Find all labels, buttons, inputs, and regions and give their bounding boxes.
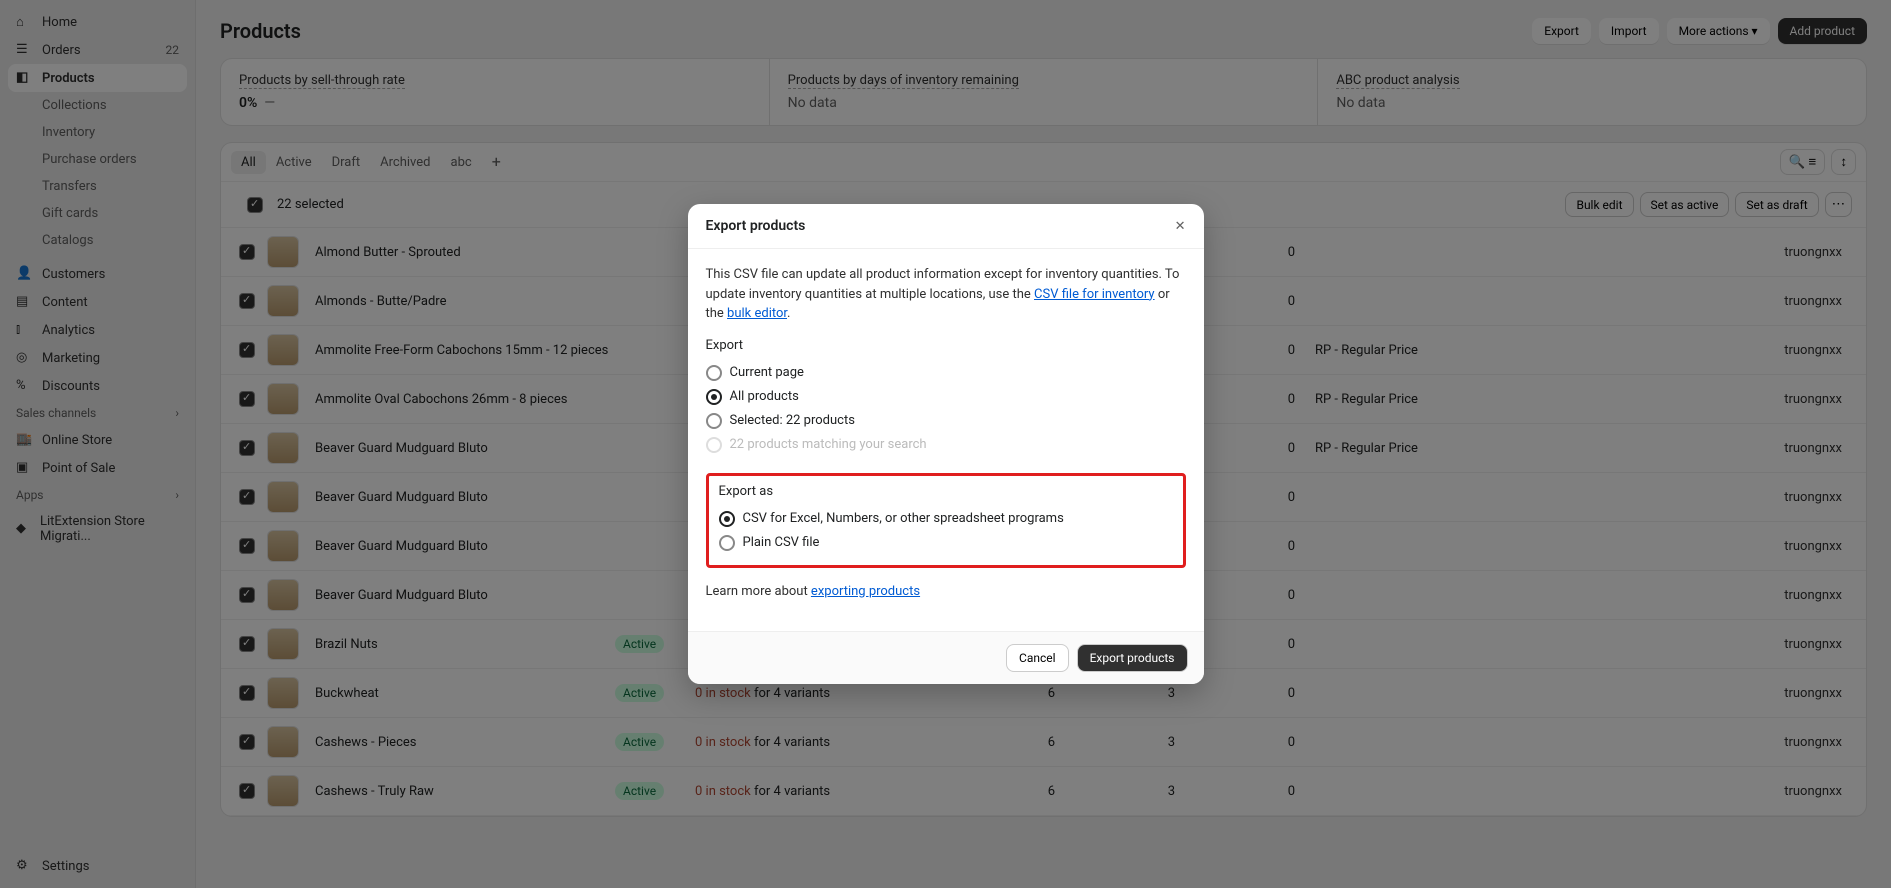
export-products-button[interactable]: Export products — [1077, 644, 1188, 672]
radio-icon — [706, 413, 722, 429]
bulk-editor-link[interactable]: bulk editor — [727, 306, 787, 321]
radio-csv-excel[interactable]: CSV for Excel, Numbers, or other spreads… — [719, 507, 1173, 531]
modal-description: This CSV file can update all product inf… — [706, 265, 1186, 324]
radio-matching: 22 products matching your search — [706, 433, 1186, 457]
radio-selected[interactable]: Selected: 22 products — [706, 409, 1186, 433]
radio-label: Current page — [730, 365, 804, 380]
radio-label: All products — [730, 389, 799, 404]
modal-title: Export products — [706, 218, 806, 234]
csv-inventory-link[interactable]: CSV file for inventory — [1034, 287, 1155, 302]
radio-label: 22 products matching your search — [730, 437, 927, 452]
radio-icon — [719, 535, 735, 551]
radio-icon — [706, 437, 722, 453]
modal-overlay: Export products ✕ This CSV file can upda… — [0, 0, 1891, 888]
radio-icon — [706, 365, 722, 381]
export-group-label: Export — [706, 338, 1186, 353]
radio-label: CSV for Excel, Numbers, or other spreads… — [743, 511, 1064, 526]
radio-all-products[interactable]: All products — [706, 385, 1186, 409]
export-as-highlight: Export as CSV for Excel, Numbers, or oth… — [706, 473, 1186, 568]
radio-icon — [719, 511, 735, 527]
radio-label: Selected: 22 products — [730, 413, 855, 428]
radio-icon — [706, 389, 722, 405]
close-icon[interactable]: ✕ — [1175, 219, 1186, 234]
radio-plain-csv[interactable]: Plain CSV file — [719, 531, 1173, 555]
radio-label: Plain CSV file — [743, 535, 820, 550]
modal-text: . — [787, 306, 790, 321]
export-modal: Export products ✕ This CSV file can upda… — [688, 204, 1204, 684]
learn-more: Learn more about exporting products — [706, 582, 1186, 602]
learn-text: Learn more about — [706, 584, 811, 599]
radio-current-page[interactable]: Current page — [706, 361, 1186, 385]
cancel-button[interactable]: Cancel — [1006, 644, 1069, 672]
export-as-label: Export as — [719, 484, 1173, 499]
learn-link[interactable]: exporting products — [811, 584, 920, 599]
